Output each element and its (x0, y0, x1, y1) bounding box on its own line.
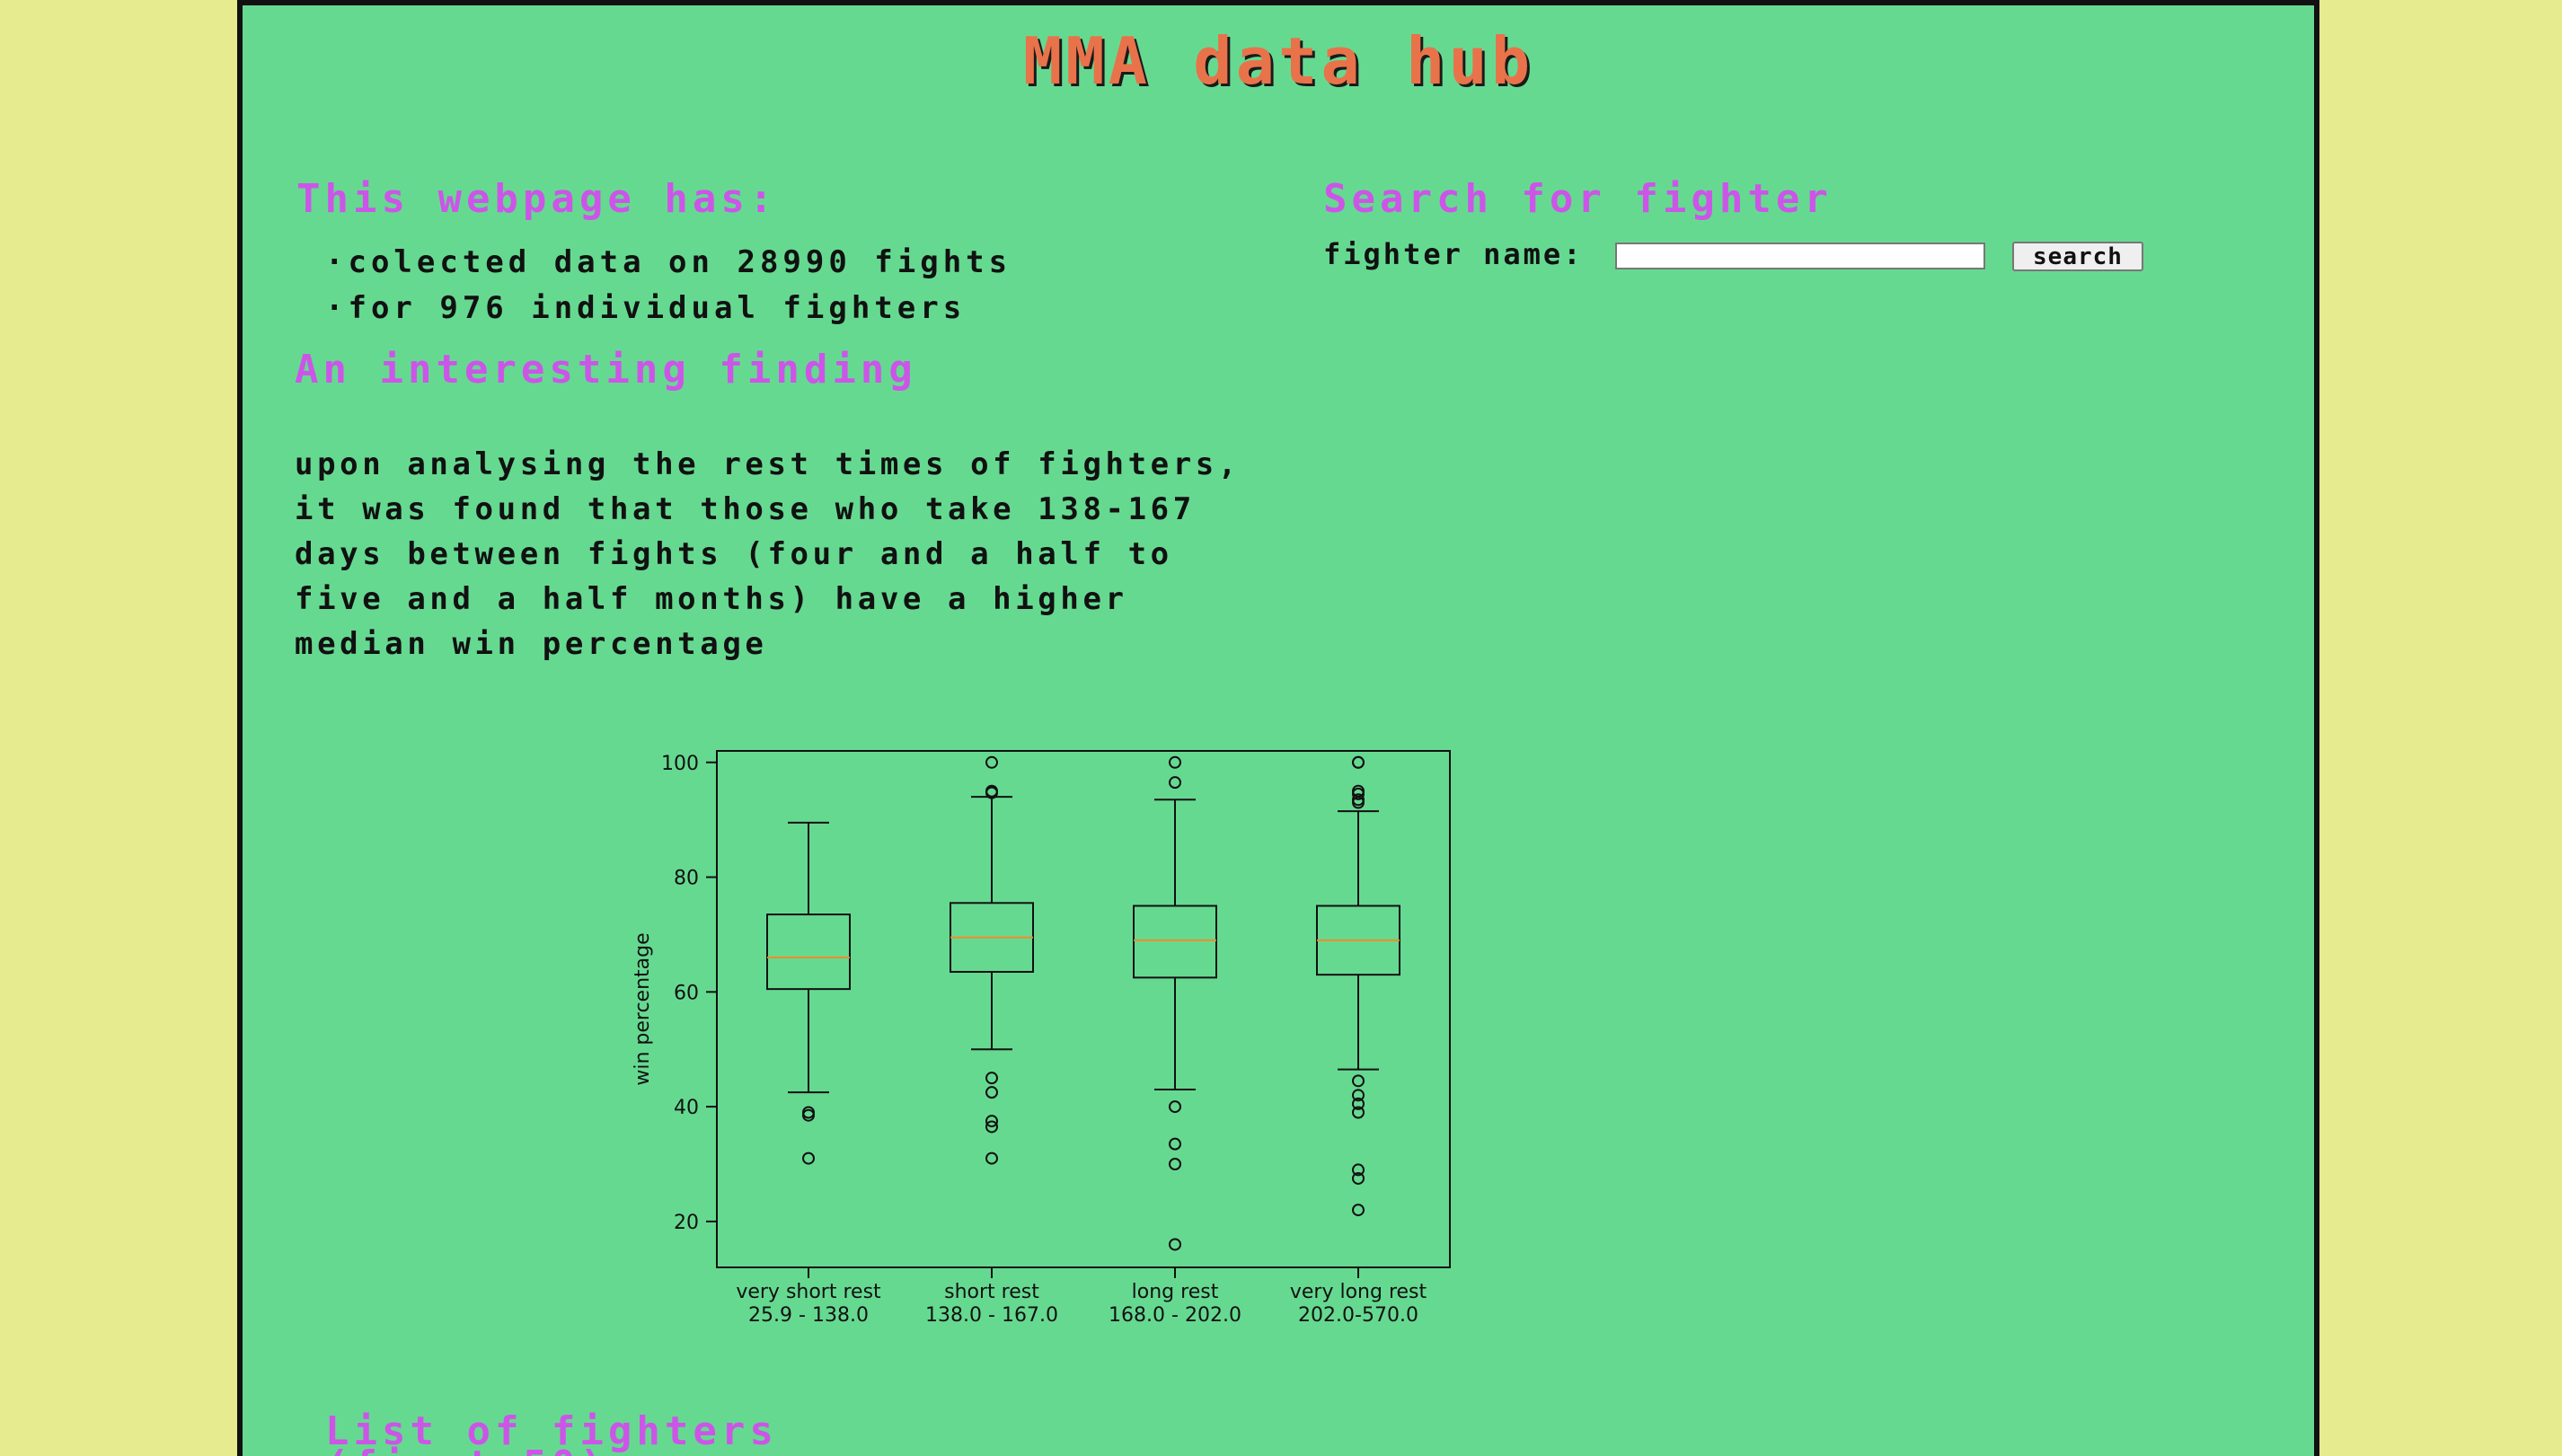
outlier-point (802, 1152, 815, 1165)
outlier-point (1352, 1204, 1365, 1217)
outlier-point (1352, 1074, 1365, 1088)
y-tick-label: 80 (674, 868, 699, 890)
iqr-box (766, 913, 851, 991)
search-button[interactable]: search (2012, 242, 2143, 271)
x-tick-label: 168.0 - 202.0 (1109, 1304, 1241, 1327)
x-tick-label: 138.0 - 167.0 (925, 1304, 1058, 1327)
x-tick-label: very short rest (736, 1281, 881, 1303)
outlier-point (1169, 1100, 1181, 1114)
outlier-point (985, 755, 998, 769)
bullet-dot-icon: · (325, 290, 349, 326)
outlier-point (985, 1072, 998, 1085)
y-tick-label: 60 (674, 982, 699, 1004)
iqr-box (1133, 904, 1217, 979)
outlier-point (1169, 755, 1181, 769)
about-heading: This webpage has: (296, 176, 778, 222)
y-tick-label: 100 (661, 753, 699, 775)
about-bullet: ·colected data on 28990 fights (325, 244, 1012, 280)
bullet-text: colected data on 28990 fights (348, 244, 1012, 280)
finding-text: upon analysing the rest times of fighter… (295, 446, 1241, 662)
outlier-point (985, 1086, 998, 1099)
finding-heading: An interesting finding (295, 347, 917, 393)
y-axis-label: win percentage (632, 932, 654, 1085)
x-tick-label: 202.0-570.0 (1298, 1304, 1418, 1327)
outlier-point (1352, 755, 1365, 769)
rest-time-boxplot: 20 40 60 80 100 win percentage very short rest… (632, 750, 1451, 1327)
x-tick-label: long rest (1132, 1281, 1219, 1303)
page-container: MMA data hub This webpage has: ·colected… (237, 0, 2319, 1456)
site-title: MMA data hub (1022, 23, 1534, 99)
y-tick-label: 20 (674, 1212, 699, 1234)
about-bullet: ·for 976 individual fighters (325, 290, 966, 326)
outlier-point (985, 1152, 998, 1165)
bullet-text: for 976 individual fighters (348, 290, 967, 326)
fighter-list-subheading: (first 50) (325, 1443, 608, 1456)
search-heading: Search for fighter (1323, 176, 1833, 222)
outlier-point (1169, 1137, 1181, 1151)
x-tick-label: very long rest (1290, 1281, 1427, 1303)
x-tick-label: short rest (944, 1281, 1039, 1303)
fighter-name-input[interactable] (1615, 243, 1985, 269)
fighter-name-label: fighter name: (1323, 237, 1584, 271)
x-tick-label: 25.9 - 138.0 (748, 1304, 869, 1327)
bullet-dot-icon: · (325, 244, 349, 280)
outlier-point (1169, 776, 1181, 790)
outlier-point (1169, 1238, 1181, 1251)
outlier-point (1169, 1158, 1181, 1170)
plot-frame (716, 750, 1451, 1268)
y-tick-label: 40 (674, 1097, 699, 1119)
